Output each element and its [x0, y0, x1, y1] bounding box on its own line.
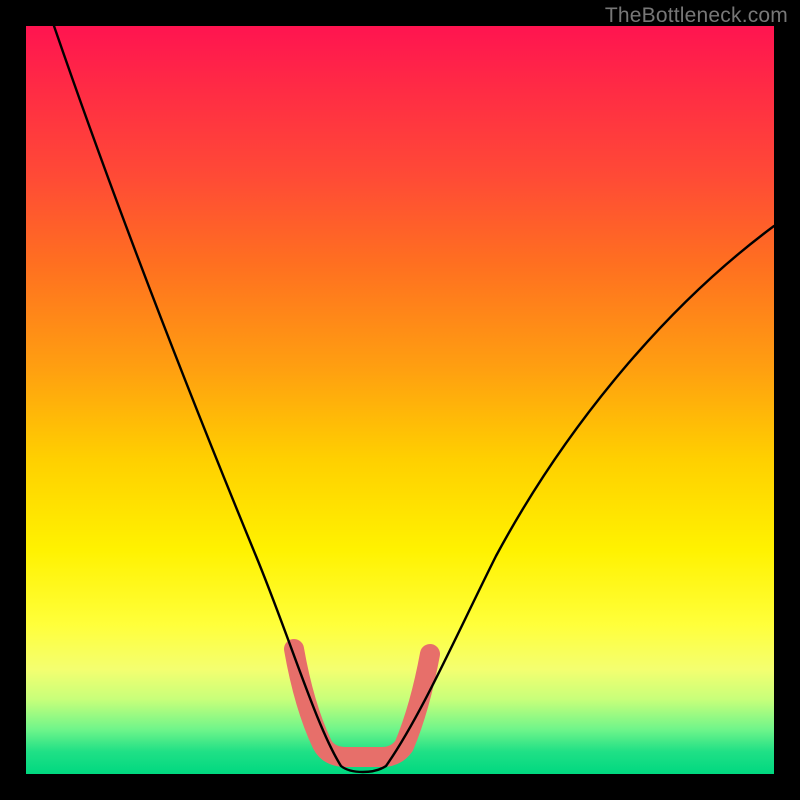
bottleneck-curve [54, 26, 774, 772]
chart-frame: TheBottleneck.com [0, 0, 800, 800]
watermark-text: TheBottleneck.com [605, 4, 788, 28]
optimal-zone-marker [294, 649, 430, 757]
curve-layer [26, 26, 774, 774]
plot-area [26, 26, 774, 774]
